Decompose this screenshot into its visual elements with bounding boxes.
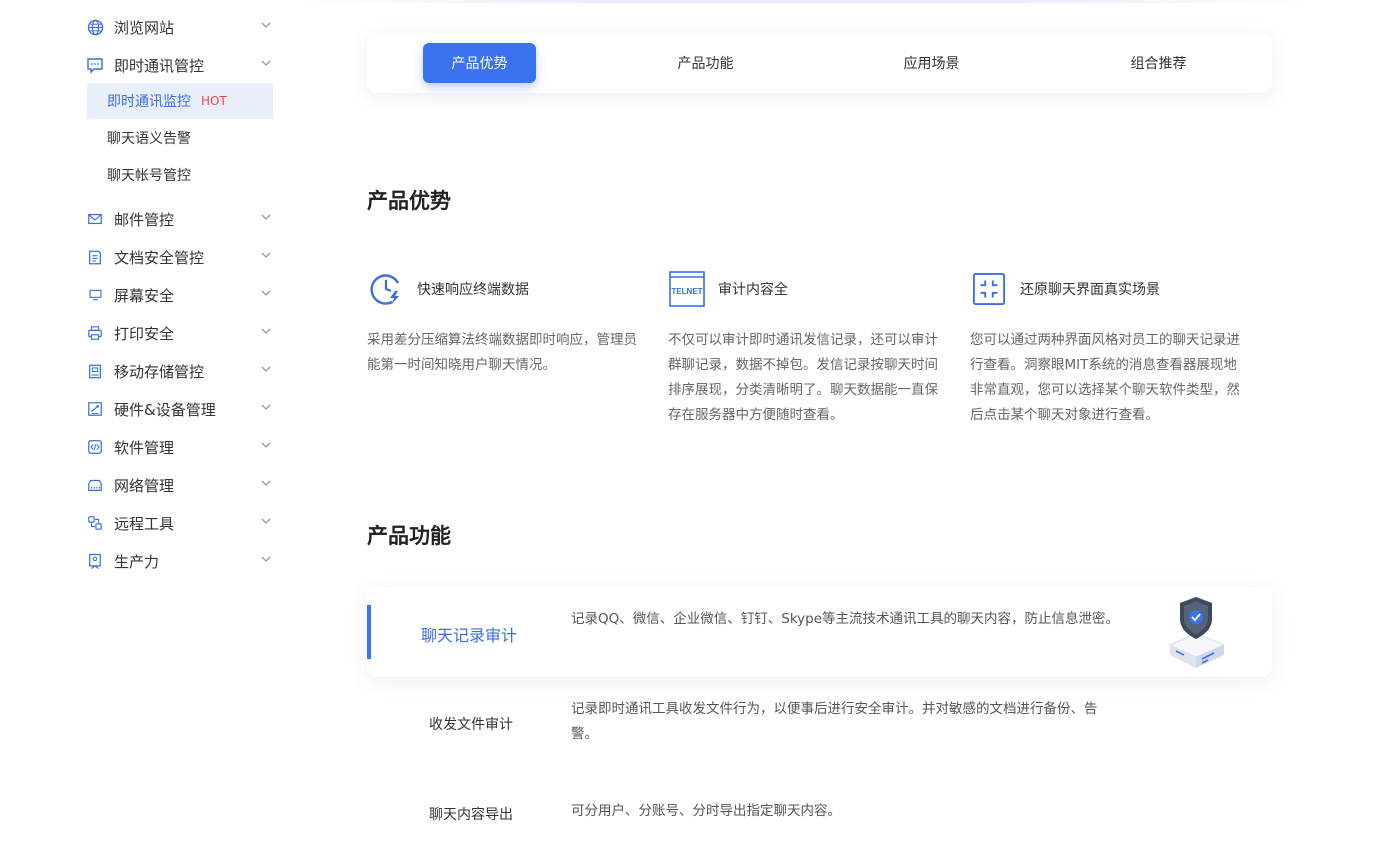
fast-clock-icon bbox=[367, 270, 405, 308]
feature-name[interactable]: 聊天记录审计 bbox=[421, 622, 517, 646]
globe-icon bbox=[86, 18, 104, 36]
chevron-down-icon bbox=[261, 556, 271, 562]
sidebar-item-im-control[interactable]: 即时通讯管控 bbox=[86, 51, 276, 79]
chevron-down-icon bbox=[261, 290, 271, 296]
advantage-title: 快速响应终端数据 bbox=[417, 282, 529, 298]
advantage-desc: 采用差分压缩算法终端数据即时响应，管理员能第一时间知晓用户聊天情况。 bbox=[367, 332, 637, 373]
network-icon bbox=[86, 476, 104, 494]
mail-icon bbox=[86, 210, 104, 228]
sidebar-item-label: 移动存储管控 bbox=[114, 362, 205, 381]
advantage-desc: 您可以通过两种界面风格对员工的聊天记录进行查看。洞察眼MIT系统的消息查看器展现… bbox=[970, 332, 1240, 423]
printer-icon bbox=[86, 324, 104, 342]
telnet-label: TELNET bbox=[671, 287, 702, 296]
sidebar-item-document[interactable]: 文档安全管控 bbox=[86, 243, 276, 271]
chevron-down-icon bbox=[261, 252, 271, 258]
sidebar-item-label: 屏幕安全 bbox=[114, 286, 175, 305]
tab-bar: 产品优势 产品功能 应用场景 组合推荐 bbox=[367, 33, 1272, 93]
remote-icon bbox=[86, 514, 104, 532]
chevron-down-icon bbox=[261, 366, 271, 372]
active-indicator bbox=[367, 605, 371, 659]
feature-desc: 记录即时通讯工具收发文件行为，以便事后进行安全审计。并对敏感的文档进行备份、告警… bbox=[571, 701, 1098, 742]
sidebar-item-label: 即时通讯管控 bbox=[114, 56, 205, 75]
feature-name[interactable]: 收发文件审计 bbox=[429, 714, 513, 734]
sidebar-subitem-account-control[interactable]: 聊天帐号管控 bbox=[87, 157, 273, 193]
sidebar-item-label: 远程工具 bbox=[114, 514, 175, 533]
document-icon bbox=[86, 248, 104, 266]
badge-icon bbox=[86, 552, 104, 570]
chevron-down-icon bbox=[261, 518, 271, 524]
section-title-advantages: 产品优势 bbox=[367, 189, 451, 213]
sidebar-item-browse[interactable]: 浏览网站 bbox=[86, 13, 276, 41]
sidebar-item-software[interactable]: 软件管理 bbox=[86, 433, 276, 461]
chevron-down-icon bbox=[261, 214, 271, 220]
sidebar-item-label: 软件管理 bbox=[114, 438, 175, 457]
screen-frame-icon bbox=[970, 270, 1008, 308]
sidebar-item-network[interactable]: 网络管理 bbox=[86, 471, 276, 499]
sidebar-subitem-label: 聊天帐号管控 bbox=[107, 168, 191, 184]
tab-advantages[interactable]: 产品优势 bbox=[423, 43, 536, 83]
sidebar-item-label: 网络管理 bbox=[114, 476, 175, 495]
sidebar: 浏览网站 即时通讯管控 即时通讯监控 HOT 聊天语义告警 聊天帐号管控 邮件管… bbox=[0, 0, 300, 842]
sidebar-item-screen[interactable]: 屏幕安全 bbox=[86, 281, 276, 309]
sidebar-item-print[interactable]: 打印安全 bbox=[86, 319, 276, 347]
tab-features[interactable]: 产品功能 bbox=[649, 43, 762, 83]
telnet-icon: TELNET bbox=[668, 270, 706, 308]
sidebar-subitem-im-monitor[interactable]: 即时通讯监控 HOT bbox=[87, 83, 273, 119]
tab-scenarios[interactable]: 应用场景 bbox=[875, 43, 988, 83]
top-divider bbox=[300, 0, 1310, 3]
monitor-icon bbox=[86, 286, 104, 304]
hardware-icon bbox=[86, 400, 104, 418]
code-icon bbox=[86, 438, 104, 456]
sidebar-subitem-label: 即时通讯监控 bbox=[107, 94, 191, 110]
advantage-title: 审计内容全 bbox=[718, 282, 788, 298]
advantage-card: 快速响应终端数据 采用差分压缩算法终端数据即时响应，管理员能第一时间知晓用户聊天… bbox=[367, 270, 642, 378]
shield-server-icon bbox=[1169, 597, 1226, 668]
sidebar-item-label: 生产力 bbox=[114, 552, 160, 571]
sidebar-item-label: 打印安全 bbox=[114, 324, 175, 343]
storage-icon bbox=[86, 362, 104, 380]
sidebar-subitem-label: 聊天语义告警 bbox=[107, 131, 191, 147]
section-title-features: 产品功能 bbox=[367, 524, 451, 548]
sidebar-item-productivity[interactable]: 生产力 bbox=[86, 547, 276, 575]
sidebar-item-label: 邮件管控 bbox=[114, 210, 175, 229]
feature-desc: 可分用户、分账号、分时导出指定聊天内容。 bbox=[571, 803, 841, 819]
sidebar-item-label: 硬件&设备管理 bbox=[114, 400, 216, 419]
advantage-title: 还原聊天界面真实场景 bbox=[1020, 282, 1160, 298]
sidebar-item-hardware[interactable]: 硬件&设备管理 bbox=[86, 395, 276, 423]
chevron-down-icon bbox=[261, 328, 271, 334]
feature-name[interactable]: 聊天内容导出 bbox=[429, 804, 513, 824]
tab-recommendations[interactable]: 组合推荐 bbox=[1102, 43, 1215, 83]
sidebar-item-storage[interactable]: 移动存储管控 bbox=[86, 357, 276, 385]
advantage-card: 还原聊天界面真实场景 您可以通过两种界面风格对员工的聊天记录进行查看。洞察眼MI… bbox=[970, 270, 1245, 428]
sidebar-item-remote[interactable]: 远程工具 bbox=[86, 509, 276, 537]
advantage-desc: 不仅可以审计即时通讯发信记录，还可以审计群聊记录，数据不掉包。发信记录按聊天时间… bbox=[668, 332, 938, 423]
chevron-down-icon bbox=[261, 60, 271, 66]
chevron-down-icon bbox=[261, 22, 271, 28]
chevron-down-icon bbox=[261, 442, 271, 448]
feature-desc: 记录QQ、微信、企业微信、钉钉、Skype等主流技术通讯工具的聊天内容，防止信息… bbox=[571, 611, 1120, 627]
advantage-card: TELNET 审计内容全 不仅可以审计即时通讯发信记录，还可以审计群聊记录，数据… bbox=[668, 270, 943, 428]
sidebar-item-mail[interactable]: 邮件管控 bbox=[86, 205, 276, 233]
chat-icon bbox=[86, 56, 104, 74]
chevron-down-icon bbox=[261, 480, 271, 486]
hot-badge: HOT bbox=[201, 94, 227, 108]
chevron-down-icon bbox=[261, 404, 271, 410]
sidebar-item-label: 文档安全管控 bbox=[114, 248, 205, 267]
sidebar-item-label: 浏览网站 bbox=[114, 18, 175, 37]
sidebar-subitem-semantic-alert[interactable]: 聊天语义告警 bbox=[87, 120, 273, 156]
